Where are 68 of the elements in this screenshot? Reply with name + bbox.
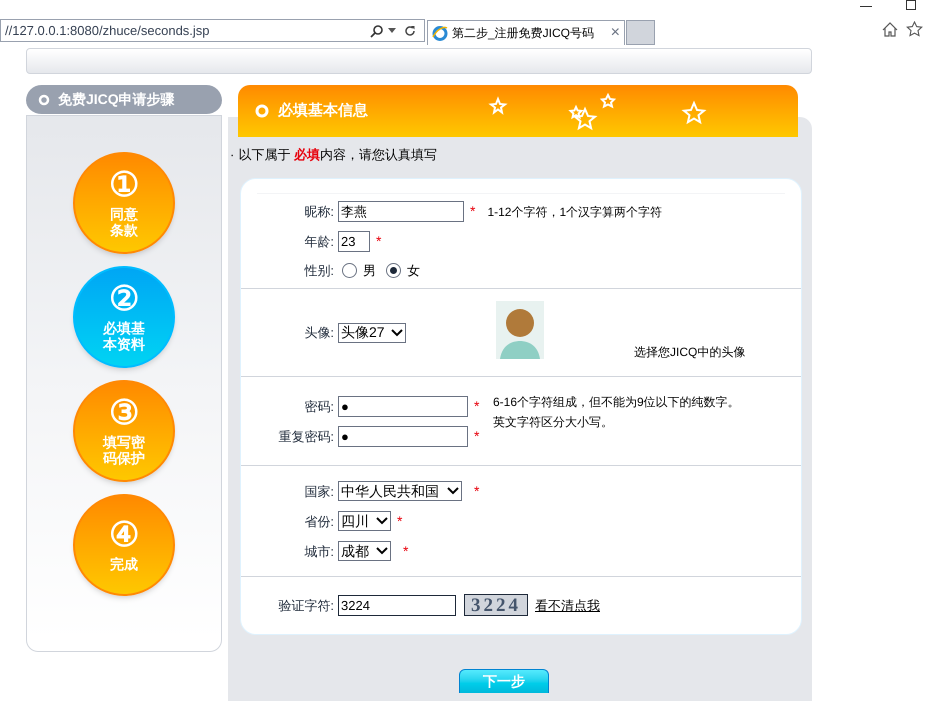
radio-label: 男 (363, 262, 376, 280)
required-mark: * (474, 426, 480, 446)
chevron-icon (376, 517, 388, 526)
step-label: 完成 (110, 556, 138, 572)
required-mark: * (470, 202, 476, 222)
sidebar-title: 免费JICQ申请步骤 (58, 90, 175, 109)
circle-icon (254, 103, 270, 119)
hint-text: 1-12个字符，1个汉字算两个字符 (487, 204, 662, 221)
step-number: ① (109, 168, 139, 202)
hint-text: 6-16个字符组成，但不能为9位以下的纯数字。 (493, 394, 740, 411)
chevron-icon (376, 547, 388, 556)
radio-button[interactable] (386, 263, 401, 278)
address-text: //127.0.0.1:8080/zhuce/seconds.jsp (5, 22, 211, 40)
field-label: 国家: (304, 482, 334, 500)
chevron-icon (391, 328, 403, 337)
required-mark: * (376, 232, 382, 252)
required-mark: * (474, 482, 480, 501)
password-field[interactable]: ● (338, 426, 468, 447)
dropdown[interactable]: 头像27 (338, 322, 406, 343)
browser-tab[interactable]: 第二步_注册免费JICQ号码 × (427, 20, 625, 45)
step-label: 填写密 码保护 (103, 434, 145, 466)
close-tab-button[interactable]: × (610, 25, 620, 41)
step-number: ④ (109, 518, 139, 552)
required-mark: * (403, 542, 408, 561)
input-field[interactable]: 23 (338, 231, 370, 252)
field-label: 性别: (304, 262, 334, 280)
chevron-icon (447, 487, 459, 496)
browser-logo-icon (432, 25, 448, 41)
dropdown-icon[interactable] (388, 28, 396, 34)
home-icon[interactable] (882, 22, 898, 37)
field-label: 验证字符: (278, 596, 334, 615)
avatar-placeholder (496, 300, 544, 359)
step-number: ② (109, 282, 139, 316)
bullet: · (230, 146, 234, 164)
dropdown[interactable]: 中华人民共和国 (338, 481, 462, 502)
field-label: 城市: (304, 542, 334, 560)
radio-button[interactable] (342, 263, 357, 278)
maximize-icon[interactable] (906, 0, 916, 10)
minimize-icon[interactable] (860, 6, 872, 8)
captcha-image: 3224 (464, 594, 528, 616)
input-field[interactable]: 李燕 (338, 201, 464, 222)
step-number: ③ (109, 396, 139, 430)
step-label: 同意 条款 (110, 206, 138, 238)
panel-title: 必填基本信息 (278, 100, 368, 121)
field-label: 省份: (304, 512, 334, 530)
hint-text: 英文字符区分大小写。 (493, 414, 614, 431)
address-bar[interactable]: //127.0.0.1:8080/zhuce/seconds.jsp (0, 19, 425, 42)
field-label: 密码: (304, 398, 334, 416)
step-label: 必填基 本资料 (103, 320, 145, 352)
circle-icon (38, 94, 50, 106)
refresh-captcha-link[interactable]: 看不清点我 (535, 596, 600, 616)
dropdown[interactable]: 成都 (338, 541, 391, 562)
star-icon[interactable] (906, 21, 923, 37)
tab-title: 第二步_注册免费JICQ号码 (452, 25, 596, 42)
required-mark: * (397, 512, 402, 531)
field-label: 昵称: (304, 202, 334, 221)
input-field[interactable]: 3224 (338, 594, 456, 616)
avatar-caption: 选择您JICQ中的头像 (634, 344, 746, 361)
field-label: 头像: (304, 324, 334, 342)
field-label: 年龄: (304, 232, 334, 251)
dropdown[interactable]: 四川 (338, 511, 391, 532)
intro-text: 以下属于 必填内容，请您认真填写 (238, 146, 437, 164)
search-icon[interactable] (370, 24, 384, 38)
field-label: 重复密码: (278, 428, 334, 446)
radio-label: 女 (407, 262, 420, 280)
password-field[interactable]: ● (338, 396, 468, 417)
required-mark: * (474, 396, 480, 416)
refresh-icon[interactable] (404, 24, 416, 36)
